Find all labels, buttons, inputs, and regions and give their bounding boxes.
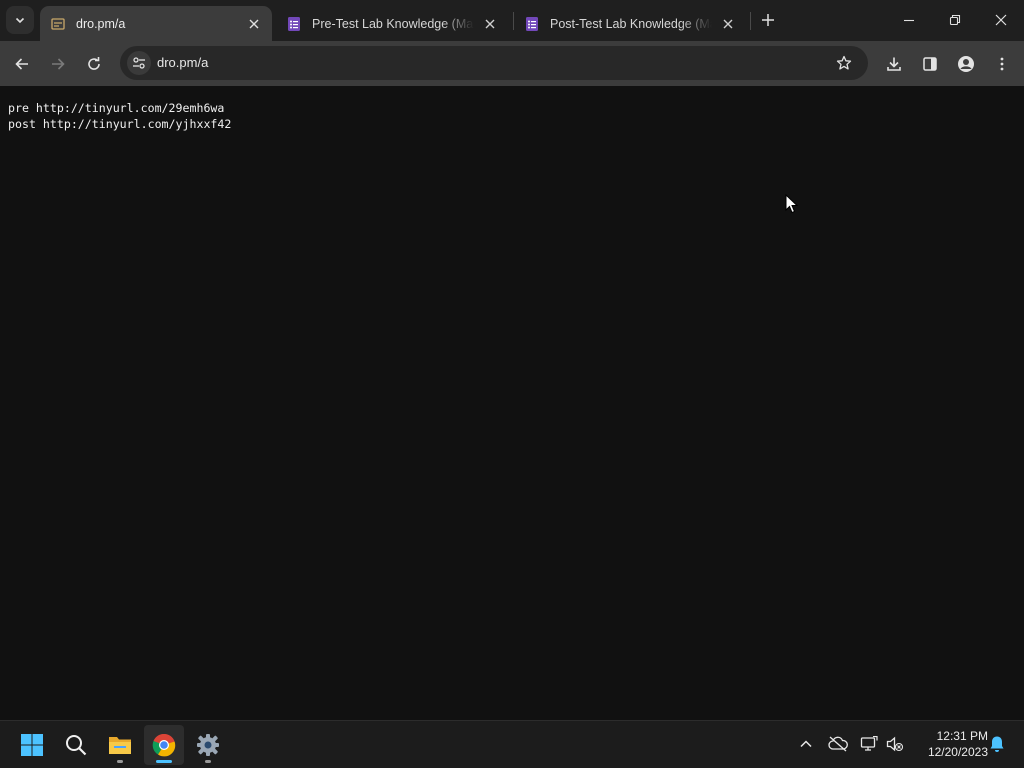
text-line-pre: pre http://tinyurl.com/29emh6wa <box>8 101 225 115</box>
running-indicator <box>205 760 211 763</box>
chevron-down-icon <box>15 17 25 24</box>
tab-strip: dro.pm/a Pre-Test Lab Knowledge (Materia… <box>0 0 1024 41</box>
page-favicon-icon <box>50 16 66 32</box>
clock-date: 12/20/2023 <box>927 745 988 759</box>
settings-icon <box>197 734 219 756</box>
start-button[interactable] <box>12 725 52 765</box>
chrome-icon <box>152 733 176 757</box>
close-tab-icon[interactable] <box>244 14 264 34</box>
close-window-button[interactable] <box>978 0 1024 40</box>
onedrive-button[interactable] <box>825 731 851 757</box>
page-text: pre http://tinyurl.com/29emh6wa post htt… <box>8 100 231 132</box>
profile-button[interactable] <box>951 49 981 79</box>
tab-title: Post-Test Lab Knowledge (Materials Check… <box>550 16 712 31</box>
more-vert-icon <box>1000 57 1004 71</box>
taskbar-search-button[interactable] <box>56 725 96 765</box>
tab-title: dro.pm/a <box>76 16 126 31</box>
settings-button[interactable] <box>188 725 228 765</box>
url-text[interactable]: dro.pm/a <box>157 55 208 70</box>
browser-toolbar: dro.pm/a <box>0 41 1024 86</box>
reload-icon <box>88 57 100 70</box>
google-forms-icon <box>286 16 302 32</box>
tune-icon <box>133 57 145 69</box>
forward-button[interactable] <box>43 49 73 79</box>
windows-start-icon <box>21 734 43 756</box>
menu-button[interactable] <box>987 49 1017 79</box>
minimize-button[interactable] <box>886 0 932 40</box>
page-content: pre http://tinyurl.com/29emh6wa post htt… <box>0 86 1024 720</box>
site-info-button[interactable] <box>127 51 151 75</box>
arrow-right-icon <box>52 58 65 70</box>
close-icon <box>995 14 1007 26</box>
mouse-cursor-icon <box>785 193 799 219</box>
chrome-button[interactable] <box>144 725 184 765</box>
tab-post-test[interactable]: Post-Test Lab Knowledge (Materials Check… <box>514 6 746 41</box>
running-indicator <box>117 760 123 763</box>
text-line-post: post http://tinyurl.com/yjhxxf42 <box>8 117 232 131</box>
back-button[interactable] <box>7 49 37 79</box>
file-explorer-icon <box>109 737 131 754</box>
restore-button[interactable] <box>932 0 978 40</box>
bell-icon <box>990 736 1004 752</box>
star-icon <box>836 55 852 70</box>
volume-button[interactable] <box>882 731 908 757</box>
close-tab-icon[interactable] <box>718 14 738 34</box>
side-panel-icon <box>923 57 937 71</box>
plus-icon <box>762 14 774 26</box>
network-button[interactable] <box>856 731 882 757</box>
new-tab-button[interactable] <box>756 8 780 32</box>
restore-icon <box>949 14 961 26</box>
notifications-button[interactable] <box>984 731 1010 757</box>
arrow-left-icon <box>15 58 28 70</box>
download-icon <box>887 57 901 71</box>
system-clock[interactable]: 12:31 PM 12/20/2023 <box>912 728 988 760</box>
network-icon <box>860 736 878 751</box>
minimize-icon <box>904 19 914 22</box>
close-tab-icon[interactable] <box>480 14 500 34</box>
profile-icon <box>958 56 974 72</box>
clock-time: 12:31 PM <box>936 729 988 743</box>
tab-separator <box>750 12 751 30</box>
side-panel-button[interactable] <box>915 49 945 79</box>
taskbar: 12:31 PM 12/20/2023 <box>0 720 1024 768</box>
show-hidden-icons-button[interactable] <box>793 731 819 757</box>
file-explorer-button[interactable] <box>100 725 140 765</box>
tab-pre-test[interactable]: Pre-Test Lab Knowledge (Materials Check) <box>276 6 508 41</box>
tab-dro-pm[interactable]: dro.pm/a <box>40 6 272 41</box>
reload-button[interactable] <box>79 49 109 79</box>
address-bar[interactable]: dro.pm/a <box>120 46 868 80</box>
downloads-button[interactable] <box>879 49 909 79</box>
active-indicator <box>156 760 172 763</box>
chevron-up-icon <box>800 740 812 748</box>
cloud-offline-icon <box>828 736 848 752</box>
volume-muted-icon <box>886 736 904 752</box>
search-icon <box>66 735 87 756</box>
tab-title: Pre-Test Lab Knowledge (Materials Check) <box>312 16 474 31</box>
bookmark-button[interactable] <box>832 51 856 75</box>
google-forms-icon <box>524 16 540 32</box>
tab-search-button[interactable] <box>6 6 34 34</box>
